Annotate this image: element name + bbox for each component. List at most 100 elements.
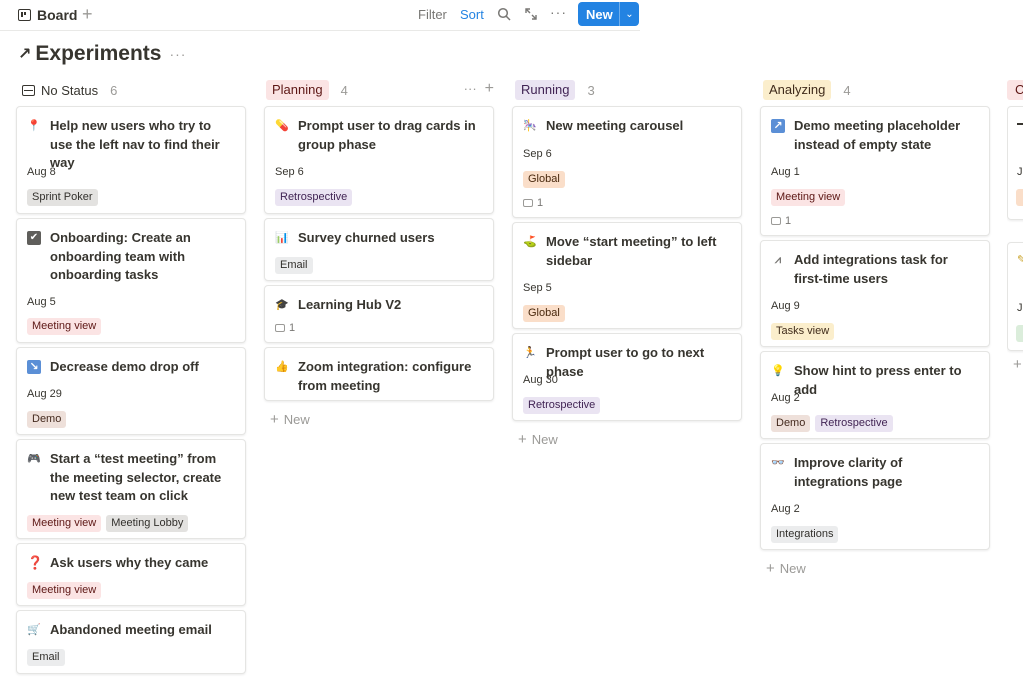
column-count: 4 <box>340 82 348 98</box>
plus-icon: + <box>518 431 527 448</box>
title-more-icon[interactable]: ··· <box>169 46 186 62</box>
card-date: Aug 2 <box>771 503 800 515</box>
column-partial: C J ✎ J + <box>1007 80 1023 680</box>
new-card-button[interactable]: + New <box>270 411 310 428</box>
tag <box>1016 189 1023 206</box>
search-icon[interactable] <box>497 7 511 21</box>
card-title-row: ⩘ Add integrations task for first-time u… <box>771 251 977 288</box>
tag: Meeting Lobby <box>106 515 189 532</box>
card-title-row: 🎮 Start a “test meeting” from the meetin… <box>27 450 233 506</box>
card-title-row: 👓 Improve clarity of integrations page <box>771 454 977 491</box>
tag: Retrospective <box>523 397 601 414</box>
thumbs-up-icon: 👍 <box>275 361 289 373</box>
board-card[interactable]: ✔ Onboarding: Create an onboarding team … <box>16 218 246 343</box>
column-name[interactable]: Planning <box>266 80 329 100</box>
board-card[interactable]: J <box>1007 106 1023 220</box>
column-planning: Planning 4 ··· + <box>266 80 498 100</box>
card-comments: 1 <box>275 322 295 334</box>
board-card[interactable]: ✎ J <box>1007 242 1023 351</box>
golf-flag-icon: ⛳ <box>523 236 537 248</box>
add-card-icon[interactable]: + <box>485 80 494 97</box>
card-title: Abandoned meeting email <box>50 622 212 637</box>
board-card[interactable]: 💊 Prompt user to drag cards in group pha… <box>264 106 494 214</box>
new-button-label[interactable]: New <box>578 7 619 22</box>
card-title-row: 👍 Zoom integration: configure from meeti… <box>275 358 481 395</box>
board-card[interactable]: 🎮 Start a “test meeting” from the meetin… <box>16 439 246 539</box>
board-card[interactable]: ↘ Decrease demo drop off Aug 29 Demo <box>16 347 246 435</box>
comment-count: 1 <box>289 322 296 334</box>
cart-icon: 🛒 <box>27 624 41 636</box>
view-toolbar: Board + Filter Sort ··· New ⌄ <box>0 0 640 31</box>
new-card-button[interactable]: + New <box>766 560 806 577</box>
card-title: Decrease demo drop off <box>50 359 199 374</box>
card-title-row: ↗ Demo meeting placeholder instead of em… <box>771 117 977 154</box>
plus-icon: + <box>766 560 775 577</box>
new-button[interactable]: New ⌄ <box>578 2 639 26</box>
board-card[interactable]: ⩘ Add integrations task for first-time u… <box>760 240 990 347</box>
card-title-row: 💡 Show hint to press enter to add <box>771 362 977 399</box>
column-name[interactable]: Running <box>515 80 576 100</box>
column-analyzing: Analyzing 4 <box>763 80 995 100</box>
column-count: 4 <box>843 82 851 98</box>
board-card[interactable]: 💡 Show hint to press enter to add Aug 2 … <box>760 351 990 439</box>
linked-database-arrow-icon: ↗ <box>18 46 32 63</box>
card-date: J <box>1017 302 1023 314</box>
card-date: Sep 6 <box>523 148 552 160</box>
card-tags: Demo <box>27 411 71 428</box>
tag <box>1016 325 1023 342</box>
card-tags: Meeting view <box>27 318 106 335</box>
board-card[interactable]: 👍 Zoom integration: configure from meeti… <box>264 347 494 401</box>
add-view-button[interactable]: + <box>82 3 93 25</box>
column-name: No Status <box>41 82 99 98</box>
tag: Meeting view <box>27 582 102 599</box>
card-icon <box>1017 123 1023 125</box>
sort-button[interactable]: Sort <box>460 7 484 22</box>
tag: Meeting view <box>27 515 102 532</box>
board-card[interactable]: ❓ Ask users why they came Meeting view <box>16 543 246 606</box>
card-title: Ask users why they came <box>50 555 209 570</box>
new-card-label: New <box>283 412 310 427</box>
card-tags: Email <box>27 649 70 666</box>
board-card[interactable]: 👓 Improve clarity of integrations page A… <box>760 443 990 550</box>
card-comments: 1 <box>771 215 791 227</box>
card-date: J <box>1017 166 1023 178</box>
column-no-status: No Status 6 <box>16 80 248 100</box>
tag: Email <box>275 257 313 274</box>
gamepad-icon: 🎮 <box>27 453 41 465</box>
filter-button[interactable]: Filter <box>418 7 447 22</box>
board-icon <box>18 9 31 21</box>
card-title: Demo meeting placeholder instead of empt… <box>794 118 961 152</box>
column-header: Running 3 <box>515 80 747 100</box>
view-tab-board[interactable]: Board <box>18 5 77 25</box>
tag: Retrospective <box>815 415 893 432</box>
card-title-row: ↘ Decrease demo drop off <box>27 358 233 377</box>
board-card[interactable]: 🏃 Prompt user to go to next phase Aug 30… <box>512 333 742 421</box>
column-name[interactable]: Analyzing <box>763 80 832 100</box>
board-card[interactable]: 🎠 New meeting carousel Sep 6 Global 1 <box>512 106 742 218</box>
more-options-icon[interactable]: ··· <box>550 4 567 20</box>
column-more-icon[interactable]: ··· <box>464 81 477 96</box>
comment-count: 1 <box>785 215 792 227</box>
checkbox-icon: ✔ <box>27 231 41 245</box>
board-card[interactable]: ⛳ Move “start meeting” to left sidebar S… <box>512 222 742 329</box>
board-card[interactable]: 🎓 Learning Hub V2 1 <box>264 285 494 343</box>
column-header: Planning 4 ··· + <box>266 80 498 100</box>
graduation-cap-icon: 🎓 <box>275 299 289 311</box>
column-name[interactable]: C <box>1007 80 1023 100</box>
board-card[interactable]: ↗ Demo meeting placeholder instead of em… <box>760 106 990 236</box>
bar-chart-icon: 📊 <box>275 232 289 244</box>
expand-icon[interactable] <box>524 7 538 21</box>
board-card[interactable]: 📊 Survey churned users Email <box>264 218 494 281</box>
page-title[interactable]: Experiments <box>35 42 161 66</box>
board-card[interactable]: 📍 Help new users who try to use the left… <box>16 106 246 214</box>
comment-count: 1 <box>537 197 544 209</box>
plus-icon[interactable]: + <box>1013 356 1022 373</box>
board-card[interactable]: 🛒 Abandoned meeting email Email <box>16 610 246 674</box>
card-title: Prompt user to drag cards in group phase <box>298 118 476 152</box>
chevron-down-icon[interactable]: ⌄ <box>620 9 639 20</box>
card-date: Sep 6 <box>275 166 304 178</box>
arrow-up-right-icon: ↗ <box>771 119 785 133</box>
card-tags: Global <box>523 305 570 322</box>
new-card-button[interactable]: + New <box>518 431 558 448</box>
card-date: Aug 2 <box>771 392 800 404</box>
